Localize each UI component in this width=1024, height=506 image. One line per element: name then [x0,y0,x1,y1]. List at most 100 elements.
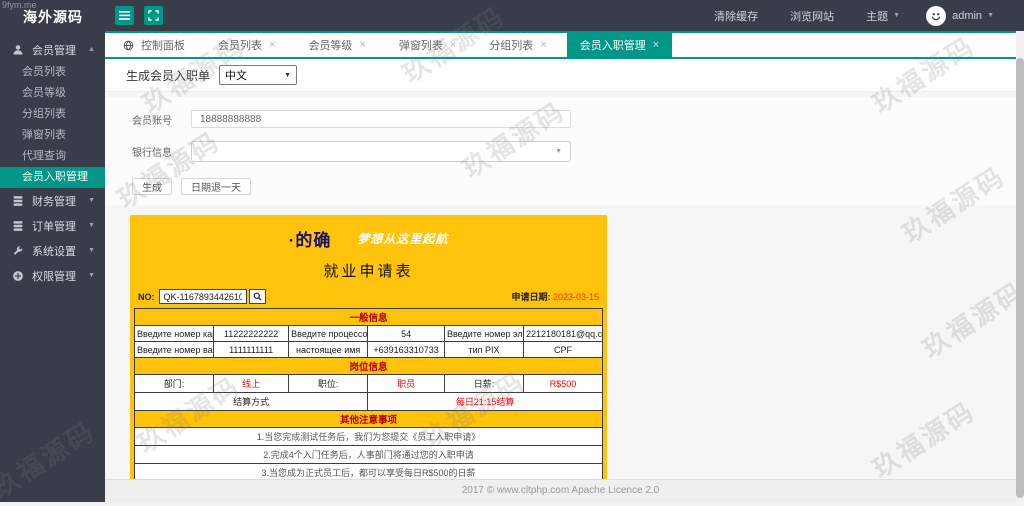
close-icon[interactable]: × [653,39,659,51]
avatar[interactable] [926,5,947,26]
section-header-position: 岗位信息 [134,357,603,375]
chevron-up-icon: ▲ [88,46,95,53]
table-row: 部门: 线上 职位: 职员 日薪: R$500 [134,374,604,393]
topbar: 清除缓存 浏览网站 主题 ▼ admin ▼ [105,0,1024,31]
application-table: 一般信息 Введите номер карточ 11222222222 Вв… [133,308,604,479]
close-icon[interactable]: × [359,39,365,51]
table-row: 结算方式 每日21:15结算 [133,392,603,411]
clear-cache-link[interactable]: 清除缓存 [698,8,774,24]
plus-circle-icon [12,270,25,282]
sidebar-item-member-onboarding[interactable]: 会员入职管理 [0,167,105,188]
note-item: 1.当您完成测试任务后，我们为您提交《员工入职申请》 [134,427,603,446]
table-cell: +639163310733 [367,341,445,358]
table-cell: Введите номер карточ [134,325,214,342]
settle-value-cell: 每日21:15结算 [367,392,603,411]
table-cell-highlight: 线上 [212,374,290,393]
tab-member-level[interactable]: 会员等级 × [295,33,378,57]
table-cell: 部门: [134,374,214,393]
page-title: 生成会员入职单 [126,68,211,83]
sidebar-item-popup-list[interactable]: 弹窗列表 [0,125,105,146]
scrollbar[interactable] [1016,31,1024,502]
theme-label: 主题 [866,10,889,23]
bank-row: 银行信息 ▼ [132,141,1016,162]
account-input[interactable] [191,110,571,128]
page-url-watermark: 9fym.me [2,0,37,10]
hamburger-icon [119,11,130,20]
table-cell: 1111111111 [212,341,290,358]
sidebar-item-member-level[interactable]: 会员等级 [0,83,105,104]
table-cell: 54 [367,325,445,342]
sidebar: 9fym.me 海外源码 会员管理 ▲ 会员列表 会员等级 分组列表 弹窗列表 … [0,0,105,502]
date-value: 2023-03-15 [552,292,599,302]
table-cell: 11222222222 [212,325,290,342]
table-cell: настоящее имя [288,341,369,358]
tab-member-onboarding[interactable]: 会员入职管理 × [566,33,673,57]
chevron-down-icon: ▼ [88,222,95,229]
sidebar-item-group-list[interactable]: 分组列表 [0,104,105,125]
date-back-one-day-button[interactable]: 日期退一天 [181,178,251,195]
close-icon[interactable]: × [450,39,456,51]
collapse-sidebar-button[interactable] [115,6,134,25]
tabbar: 控制面板 会员列表 × 会员等级 × 弹窗列表 × 分组列表 × 会员入职管理 … [105,31,1024,59]
main-content: 生成会员入职单 中文 ▼ 会员账号 银行信息 ▼ 生成 日期退一天 ·的确 梦想… [105,59,1016,479]
bank-select[interactable]: ▼ [191,141,571,162]
tab-dashboard[interactable]: 控制面板 [110,33,198,57]
date-label: 申请日期: [511,292,551,302]
magnifier-icon [253,292,262,301]
section-header-notes: 其他注意事项 [134,410,603,428]
table-row: 1.当您完成测试任务后，我们为您提交《员工入职申请》 [134,427,603,446]
username: admin [952,9,983,22]
employment-application-card: ·的确 梦想从这里起航 就业申请表 NO: 申请日期: 2023-03-15 一… [130,215,607,479]
close-icon[interactable]: × [269,39,275,51]
tab-popup-list[interactable]: 弹窗列表 × [386,33,469,57]
language-selected-value: 中文 [225,70,248,82]
sidebar-item-label: 财务管理 [32,195,76,208]
database-icon [12,220,25,232]
bank-label: 银行信息 [132,148,172,159]
generate-header: 生成会员入职单 中文 ▼ [105,59,1016,92]
chevron-down-icon: ▼ [88,197,95,204]
tab-label: 会员入职管理 [579,40,646,52]
tab-label: 控制面板 [141,40,185,52]
generate-form: 会员账号 银行信息 ▼ 生成 日期退一天 [105,97,1016,205]
note-item: 3.当您成为正式员工后，都可以享受每日R$500的日薪 [134,463,603,479]
view-site-link[interactable]: 浏览网站 [774,8,850,24]
table-cell-highlight: 职员 [367,374,445,393]
tab-group-list[interactable]: 分组列表 × [476,33,559,57]
sidebar-item-member-list[interactable]: 会员列表 [0,62,105,83]
chevron-down-icon: ▼ [893,12,901,19]
theme-dropdown[interactable]: 主题 ▼ [850,8,916,24]
person-icon [12,44,25,56]
tab-member-list[interactable]: 会员列表 × [205,33,288,57]
sidebar-item-order-management[interactable]: 订单管理 ▼ [0,213,105,238]
sidebar-nav: 会员管理 ▲ 会员列表 会员等级 分组列表 弹窗列表 代理查询 会员入职管理 财… [0,37,105,288]
table-cell: Введите номер вашего [134,341,214,358]
language-select[interactable]: 中文 ▼ [219,65,298,85]
application-brand-row: ·的确 梦想从这里起航 [134,226,603,251]
section-row: 其他注意事项 [134,410,603,428]
search-button[interactable] [248,289,266,304]
sidebar-item-agent-query[interactable]: 代理查询 [0,146,105,167]
application-no-input[interactable] [158,289,247,304]
sidebar-item-permission-management[interactable]: 权限管理 ▼ [0,263,105,288]
tab-label: 会员列表 [218,40,262,52]
sidebar-item-member-management[interactable]: 会员管理 ▲ [0,37,105,62]
table-row: Введите номер вашего 1111111111 настояще… [134,341,604,358]
generate-button[interactable]: 生成 [132,178,172,195]
topbar-actions: 清除缓存 浏览网站 主题 ▼ admin ▼ [698,5,1024,26]
chevron-down-icon: ▼ [88,272,95,279]
sidebar-item-label: 会员管理 [32,44,76,57]
sidebar-item-finance-management[interactable]: 财务管理 ▼ [0,188,105,213]
table-row: Введите номер карточ 11222222222 Введите… [134,325,604,342]
section-header-general: 一般信息 [134,308,603,326]
user-dropdown[interactable]: admin ▼ [952,10,1010,22]
fullscreen-button[interactable] [144,6,163,25]
chevron-down-icon: ▼ [284,71,292,79]
sidebar-item-system-settings[interactable]: 系统设置 ▼ [0,238,105,263]
chevron-down-icon: ▼ [555,148,562,155]
database-icon [12,195,25,207]
scrollbar-thumb[interactable] [1016,58,1024,498]
wrench-icon [12,245,25,257]
sidebar-item-label: 权限管理 [32,270,76,283]
close-icon[interactable]: × [540,39,546,51]
